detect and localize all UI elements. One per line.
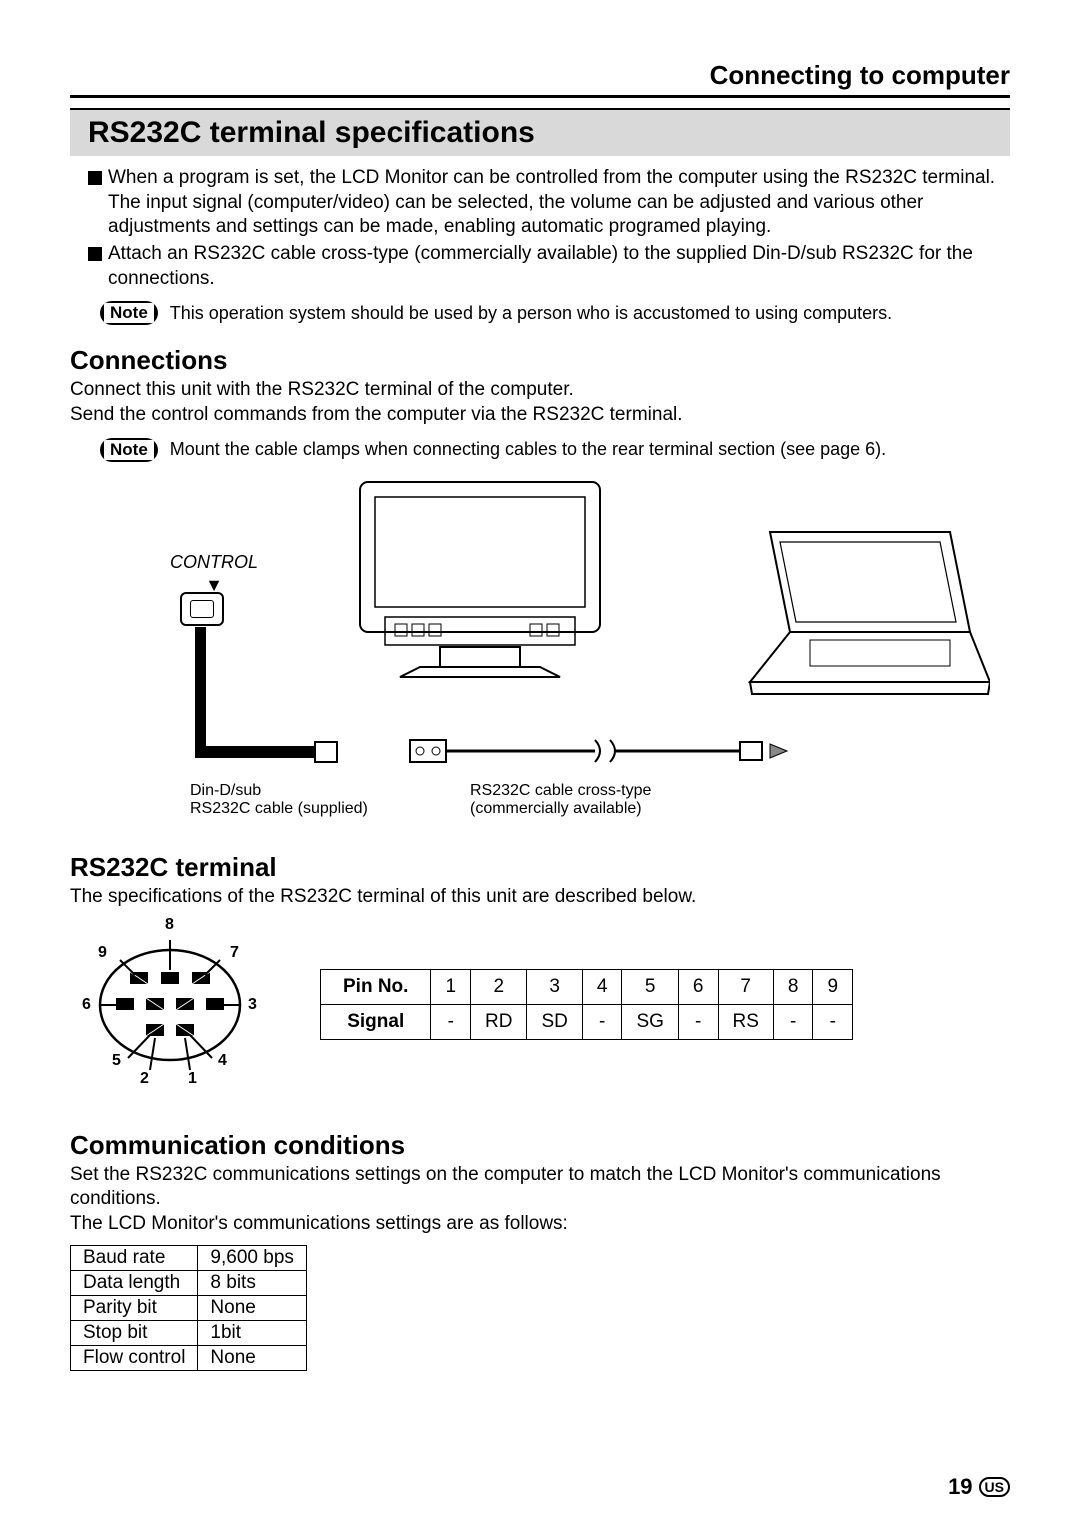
pin-num-2: 2: [140, 1070, 149, 1088]
cable-path-icon: [195, 622, 895, 802]
pin-row2-label: Signal: [321, 1005, 431, 1040]
comm-cell: None: [198, 1345, 306, 1370]
pin-cell: 6: [678, 970, 718, 1005]
note-1: Note This operation system should be use…: [100, 301, 1010, 325]
pin-cell: -: [678, 1005, 718, 1040]
comm-cell: Stop bit: [71, 1320, 198, 1345]
rs232c-text: The specifications of the RS232C termina…: [70, 885, 1010, 910]
comm-cell: 8 bits: [198, 1270, 306, 1295]
pin-cell: -: [813, 1005, 853, 1040]
comm-text: Set the RS232C communications settings o…: [70, 1163, 1010, 1237]
comm-cell: Data length: [71, 1270, 198, 1295]
pin-cell: -: [431, 1005, 471, 1040]
note-badge-icon: Note: [100, 438, 158, 462]
note-2: Note Mount the cable clamps when connect…: [100, 438, 1010, 462]
pin-num-8: 8: [165, 916, 174, 934]
pin-cell: -: [773, 1005, 813, 1040]
comm-cell: None: [198, 1295, 306, 1320]
intro-bullet-1: When a program is set, the LCD Monitor c…: [108, 166, 1010, 240]
bullet-icon: [88, 171, 102, 185]
pin-cell: RS: [718, 1005, 773, 1040]
pin-num-6: 6: [82, 996, 91, 1014]
comm-heading: Communication conditions: [70, 1130, 1010, 1161]
comm-cell: 1bit: [198, 1320, 306, 1345]
pin-cell: 3: [527, 970, 582, 1005]
comm-cell: Parity bit: [71, 1295, 198, 1320]
din-port-icon: [180, 592, 224, 626]
cable2-label: RS232C cable cross-type (commercially av…: [470, 782, 651, 818]
pin-cell: 5: [622, 970, 678, 1005]
pin-cell: 2: [471, 970, 527, 1005]
pin-cell: 4: [582, 970, 622, 1005]
pin-cell: 1: [431, 970, 471, 1005]
note-label: Note: [104, 303, 154, 323]
section-title: RS232C terminal specifications: [70, 108, 1010, 156]
pin-num-1: 1: [188, 1070, 197, 1088]
connections-text: Connect this unit with the RS232C termin…: [70, 378, 1010, 427]
connections-heading: Connections: [70, 345, 1010, 376]
intro-bullet-2: Attach an RS232C cable cross-type (comme…: [108, 242, 1010, 291]
pin-cell: 8: [773, 970, 813, 1005]
cable1-label: Din-D/sub RS232C cable (supplied): [190, 782, 368, 818]
pin-table: Pin No. 1 2 3 4 5 6 7 8 9 Signal - RD SD…: [320, 969, 853, 1040]
page-header: Connecting to computer: [70, 60, 1010, 98]
pin-num-3: 3: [248, 996, 257, 1014]
pin-cell: RD: [471, 1005, 527, 1040]
pin-num-9: 9: [98, 944, 107, 962]
comm-table: Baud rate9,600 bps Data length8 bits Par…: [70, 1245, 307, 1371]
page-number: 19 US: [948, 1474, 1010, 1500]
connection-diagram: CONTROL ▼: [110, 472, 1010, 832]
intro-block: When a program is set, the LCD Monitor c…: [88, 166, 1010, 291]
rs232c-heading: RS232C terminal: [70, 852, 1010, 883]
comm-cell: Flow control: [71, 1345, 198, 1370]
comm-cell: Baud rate: [71, 1245, 198, 1270]
pin-diagram: 8 9 7 6 3 5 4 2 1: [80, 920, 260, 1090]
note-label: Note: [104, 440, 154, 460]
note-2-text: Mount the cable clamps when connecting c…: [170, 439, 886, 460]
pin-cell: SD: [527, 1005, 582, 1040]
pin-cell: 7: [718, 970, 773, 1005]
pin-row1-label: Pin No.: [321, 970, 431, 1005]
pin-num-4: 4: [218, 1052, 227, 1070]
pin-cell: 9: [813, 970, 853, 1005]
pin-num-5: 5: [112, 1052, 121, 1070]
pin-cell: SG: [622, 1005, 678, 1040]
pin-num-7: 7: [230, 944, 239, 962]
region-badge: US: [979, 1477, 1010, 1497]
pin-cell: -: [582, 1005, 622, 1040]
note-1-text: This operation system should be used by …: [170, 303, 892, 324]
comm-cell: 9,600 bps: [198, 1245, 306, 1270]
bullet-icon: [88, 247, 102, 261]
note-badge-icon: Note: [100, 301, 158, 325]
